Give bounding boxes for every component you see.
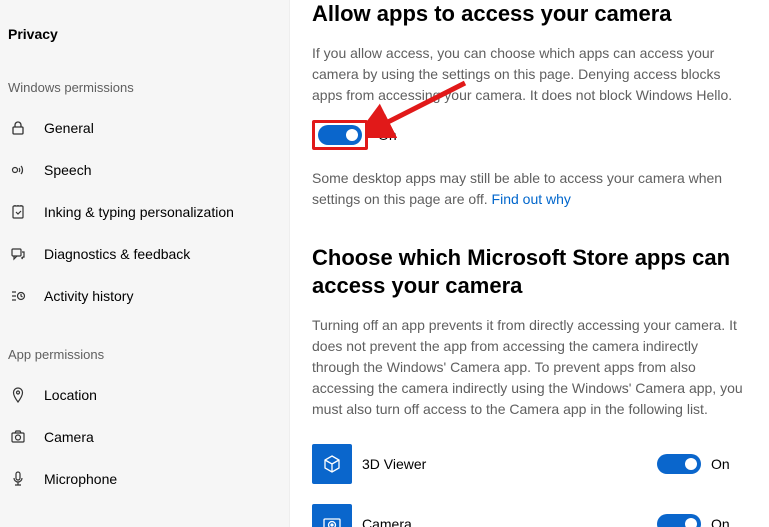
sidebar-item-general[interactable]: General <box>0 107 289 149</box>
sidebar-item-speech[interactable]: Speech <box>0 149 289 191</box>
app-toggle-label: On <box>711 516 730 527</box>
sidebar-item-label: Activity history <box>44 288 133 304</box>
sidebar-title: Privacy <box>0 4 289 50</box>
sidebar-item-label: Location <box>44 387 97 403</box>
desc-choose-apps: Turning off an app prevents it from dire… <box>312 315 747 420</box>
inking-icon <box>8 202 28 222</box>
microphone-icon <box>8 469 28 489</box>
feedback-icon <box>8 244 28 264</box>
heading-allow-apps: Allow apps to access your camera <box>312 0 747 29</box>
find-out-why-link[interactable]: Find out why <box>492 191 571 207</box>
master-toggle-label: On <box>378 127 397 143</box>
desc-allow-apps: If you allow access, you can choose whic… <box>312 43 747 106</box>
sidebar-item-microphone[interactable]: Microphone <box>0 458 289 500</box>
app-toggle-3d-viewer[interactable] <box>657 454 701 474</box>
app-row-camera: Camera On <box>312 494 747 527</box>
content-pane: Allow apps to access your camera If you … <box>290 0 769 527</box>
sidebar: Privacy Windows permissions General Spee… <box>0 0 290 527</box>
sidebar-item-diagnostics[interactable]: Diagnostics & feedback <box>0 233 289 275</box>
speech-icon <box>8 160 28 180</box>
app-name: Camera <box>362 516 657 527</box>
highlight-box <box>312 120 368 150</box>
app-3d-viewer-icon <box>312 444 352 484</box>
activity-history-icon <box>8 286 28 306</box>
sidebar-item-activity-history[interactable]: Activity history <box>0 275 289 317</box>
sidebar-item-label: Microphone <box>44 471 117 487</box>
desc-desktop-apps: Some desktop apps may still be able to a… <box>312 168 747 210</box>
sidebar-item-label: Camera <box>44 429 94 445</box>
master-toggle-row: On <box>312 120 747 150</box>
app-name: 3D Viewer <box>362 456 657 472</box>
master-camera-toggle[interactable] <box>318 125 362 145</box>
sidebar-item-camera[interactable]: Camera <box>0 416 289 458</box>
sidebar-item-location[interactable]: Location <box>0 374 289 416</box>
app-list: 3D Viewer On Camera On <box>312 434 747 527</box>
sidebar-item-inking[interactable]: Inking & typing personalization <box>0 191 289 233</box>
heading-choose-apps: Choose which Microsoft Store apps can ac… <box>312 244 747 301</box>
app-toggle-camera[interactable] <box>657 514 701 527</box>
app-toggle-label: On <box>711 456 730 472</box>
camera-icon <box>8 427 28 447</box>
sidebar-item-label: General <box>44 120 94 136</box>
location-icon <box>8 385 28 405</box>
sidebar-item-label: Inking & typing personalization <box>44 204 234 220</box>
app-camera-icon <box>312 504 352 527</box>
lock-icon <box>8 118 28 138</box>
sidebar-section-windows-permissions: Windows permissions <box>0 50 289 107</box>
sidebar-section-app-permissions: App permissions <box>0 317 289 374</box>
app-row-3d-viewer: 3D Viewer On <box>312 434 747 494</box>
sidebar-item-label: Diagnostics & feedback <box>44 246 190 262</box>
sidebar-item-label: Speech <box>44 162 91 178</box>
